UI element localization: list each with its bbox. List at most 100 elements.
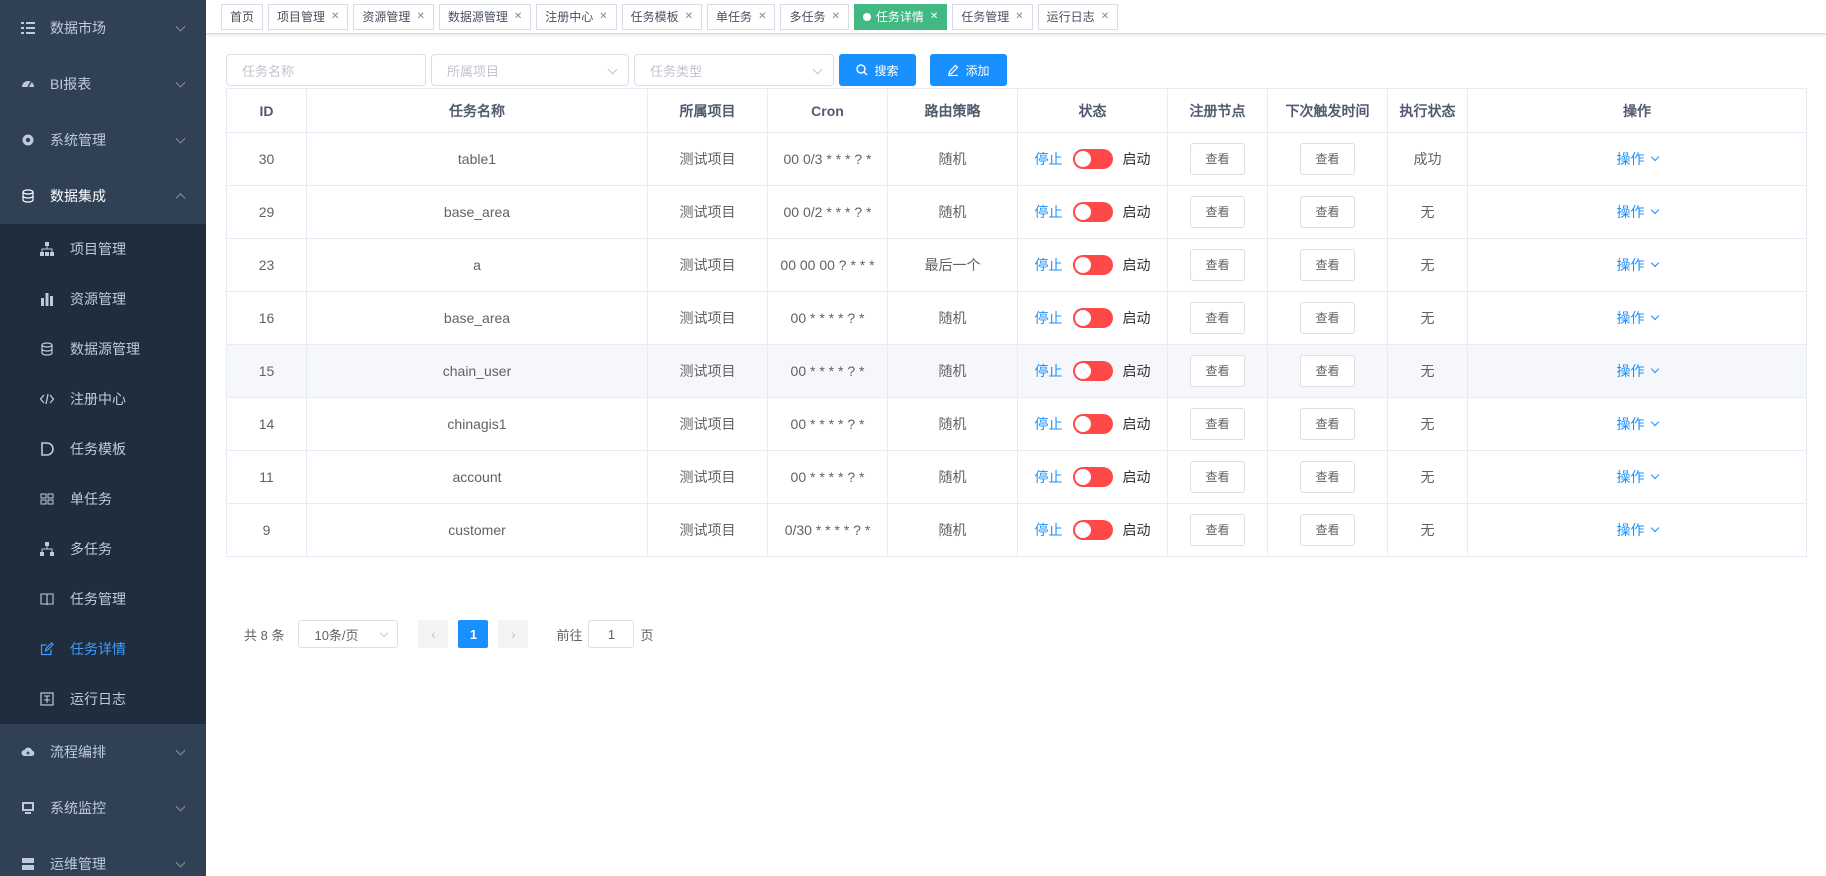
tag-resource-management[interactable]: 资源管理 ✕ <box>353 3 434 30</box>
status-toggle[interactable] <box>1072 308 1113 328</box>
tag-task-management[interactable]: 任务管理 ✕ <box>952 3 1033 30</box>
actions-dropdown[interactable]: 操作 <box>1617 361 1659 381</box>
sidebar-item-project-management[interactable]: 项目管理 <box>0 224 206 274</box>
tag-home[interactable]: 首页 <box>221 3 264 30</box>
sidebar-item-task-template[interactable]: 任务模板 <box>0 424 206 474</box>
search-button[interactable]: 搜索 <box>839 54 916 86</box>
view-node-button[interactable]: 查看 <box>1190 302 1245 334</box>
view-node-button[interactable]: 查看 <box>1190 408 1245 440</box>
tag-single-task[interactable]: 单任务 ✕ <box>707 3 776 30</box>
close-icon[interactable]: ✕ <box>758 5 766 29</box>
sidebar-item-resource-management[interactable]: 资源管理 <box>0 274 206 324</box>
next-page-button[interactable]: › <box>498 620 529 648</box>
menu-data-integration[interactable]: 数据集成 <box>0 168 206 224</box>
sidebar-item-single-task[interactable]: 单任务 <box>0 474 206 524</box>
tag-task-template[interactable]: 任务模板 ✕ <box>621 3 703 30</box>
menu-system-admin[interactable]: 系统管理 <box>0 112 206 168</box>
task-type-select[interactable]: 任务类型 <box>634 54 834 86</box>
actions-dropdown[interactable]: 操作 <box>1617 467 1659 487</box>
sidebar-item-task-details[interactable]: 任务详情 <box>0 624 206 674</box>
menu-data-market[interactable]: 数据市场 <box>0 0 206 56</box>
menu-system-monitor[interactable]: 系统监控 <box>0 780 206 836</box>
actions-dropdown[interactable]: 操作 <box>1617 255 1659 275</box>
menu-ops-management[interactable]: 运维管理 <box>0 836 206 876</box>
view-trigger-button[interactable]: 查看 <box>1300 408 1355 440</box>
close-icon[interactable]: ✕ <box>930 5 938 29</box>
cell-task-name: chinagis1 <box>306 397 648 451</box>
stop-label[interactable]: 停止 <box>1035 308 1063 328</box>
close-icon[interactable]: ✕ <box>685 5 693 29</box>
view-node-button[interactable]: 查看 <box>1190 514 1245 546</box>
stop-label[interactable]: 停止 <box>1035 467 1063 487</box>
sidebar-item-task-management[interactable]: 任务管理 <box>0 574 206 624</box>
actions-dropdown[interactable]: 操作 <box>1617 520 1659 540</box>
start-label[interactable]: 启动 <box>1123 149 1151 169</box>
actions-dropdown[interactable]: 操作 <box>1617 202 1659 222</box>
status-toggle[interactable] <box>1072 414 1113 434</box>
stop-label[interactable]: 停止 <box>1035 255 1063 275</box>
sidebar-item-datasource-management[interactable]: 数据源管理 <box>0 324 206 374</box>
view-trigger-button[interactable]: 查看 <box>1300 461 1355 493</box>
close-icon[interactable]: ✕ <box>1015 5 1023 29</box>
stop-label[interactable]: 停止 <box>1035 414 1063 434</box>
status-toggle[interactable] <box>1072 467 1113 487</box>
stop-label[interactable]: 停止 <box>1035 361 1063 381</box>
tag-task-details[interactable]: 任务详情 ✕ <box>853 3 948 30</box>
stop-label[interactable]: 停止 <box>1035 149 1063 169</box>
gear-icon <box>20 132 36 148</box>
project-select[interactable]: 所属项目 <box>431 54 629 86</box>
tag-datasource-management[interactable]: 数据源管理 ✕ <box>438 3 532 30</box>
prev-page-button[interactable]: ‹ <box>418 620 449 648</box>
view-trigger-button[interactable]: 查看 <box>1300 143 1355 175</box>
view-node-button[interactable]: 查看 <box>1190 461 1245 493</box>
close-icon[interactable]: ✕ <box>514 5 522 29</box>
status-toggle[interactable] <box>1072 361 1113 381</box>
view-node-button[interactable]: 查看 <box>1190 143 1245 175</box>
cell-next-trigger: 查看 <box>1267 344 1388 398</box>
actions-dropdown[interactable]: 操作 <box>1617 149 1659 169</box>
view-trigger-button[interactable]: 查看 <box>1300 196 1355 228</box>
start-label[interactable]: 启动 <box>1123 255 1151 275</box>
view-node-button[interactable]: 查看 <box>1190 355 1245 387</box>
add-button[interactable]: 添加 <box>930 54 1007 86</box>
stop-label[interactable]: 停止 <box>1035 520 1063 540</box>
start-label[interactable]: 启动 <box>1123 520 1151 540</box>
start-label[interactable]: 启动 <box>1123 414 1151 434</box>
view-node-button[interactable]: 查看 <box>1190 249 1245 281</box>
status-toggle[interactable] <box>1072 255 1113 275</box>
menu-bi-report[interactable]: BI报表 <box>0 56 206 112</box>
view-trigger-button[interactable]: 查看 <box>1300 249 1355 281</box>
status-toggle[interactable] <box>1072 202 1113 222</box>
sidebar-item-registry-center[interactable]: 注册中心 <box>0 374 206 424</box>
menu-process-orchestration[interactable]: 流程编排 <box>0 724 206 780</box>
task-name-input[interactable]: 任务名称 <box>226 54 426 86</box>
goto-page-input[interactable]: 1 <box>588 620 635 648</box>
start-label[interactable]: 启动 <box>1123 308 1151 328</box>
tag-project-management[interactable]: 项目管理 ✕ <box>268 3 349 30</box>
page-size-select[interactable]: 10条/页 <box>298 620 399 648</box>
tag-run-log[interactable]: 运行日志 ✕ <box>1037 3 1119 30</box>
start-label[interactable]: 启动 <box>1123 202 1151 222</box>
stop-label[interactable]: 停止 <box>1035 202 1063 222</box>
actions-dropdown[interactable]: 操作 <box>1617 414 1659 434</box>
close-icon[interactable]: ✕ <box>831 5 839 29</box>
view-trigger-button[interactable]: 查看 <box>1300 302 1355 334</box>
status-toggle[interactable] <box>1072 149 1113 169</box>
sidebar-item-multi-task[interactable]: 多任务 <box>0 524 206 574</box>
page-number-current[interactable]: 1 <box>458 620 489 648</box>
view-trigger-button[interactable]: 查看 <box>1300 514 1355 546</box>
sidebar-item-run-log[interactable]: 运行日志 <box>0 674 206 724</box>
close-icon[interactable]: ✕ <box>1101 5 1109 29</box>
close-icon[interactable]: ✕ <box>416 5 424 29</box>
start-label[interactable]: 启动 <box>1123 361 1151 381</box>
cell-id: 29 <box>226 185 307 239</box>
close-icon[interactable]: ✕ <box>599 5 607 29</box>
tag-multi-task[interactable]: 多任务 ✕ <box>780 3 849 30</box>
start-label[interactable]: 启动 <box>1123 467 1151 487</box>
actions-dropdown[interactable]: 操作 <box>1617 308 1659 328</box>
view-trigger-button[interactable]: 查看 <box>1300 355 1355 387</box>
status-toggle[interactable] <box>1072 520 1113 540</box>
tag-registry-center[interactable]: 注册中心 ✕ <box>536 3 617 30</box>
view-node-button[interactable]: 查看 <box>1190 196 1245 228</box>
close-icon[interactable]: ✕ <box>331 5 339 29</box>
